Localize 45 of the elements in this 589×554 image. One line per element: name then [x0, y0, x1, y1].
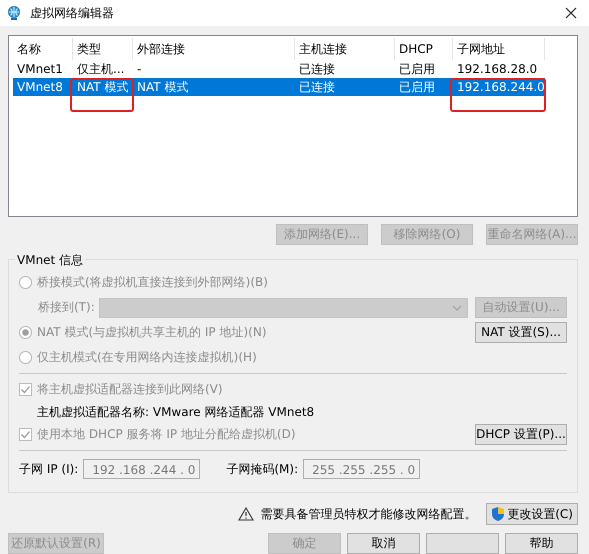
radio-label: 仅主机模式(在专用网络内连接虚拟机)(H) — [37, 349, 257, 366]
column-header[interactable]: 名称 — [13, 38, 73, 60]
table-cell: VMnet1 — [17, 62, 63, 76]
column-header[interactable]: 主机连接 — [295, 38, 395, 60]
dialog-button[interactable] — [426, 533, 499, 554]
table-cell: 已连接 — [299, 80, 335, 94]
table-cell: VMnet8 — [17, 80, 63, 94]
table-cell: NAT 模式 — [77, 80, 128, 94]
table-cell: 192.168.244.0 — [457, 80, 545, 94]
table-cell: 已启用 — [399, 62, 435, 76]
column-header[interactable]: 外部连接 — [133, 38, 295, 60]
dialog-button[interactable]: 帮助 — [505, 533, 578, 554]
column-header[interactable]: DHCP — [395, 38, 453, 60]
warning-icon — [238, 507, 254, 521]
field-label: 桥接到(T): — [38, 299, 95, 316]
column-header[interactable]: 子网地址 — [453, 38, 545, 60]
table-cell: - — [137, 62, 142, 76]
network-row[interactable]: VMnet8 NAT 模式 NAT 模式 已连接 已启用 192.168.244.0 — [13, 78, 545, 96]
globe-icon — [6, 5, 22, 21]
dialog-button[interactable]: 取消 — [347, 533, 420, 554]
table-cell: 已连接 — [299, 62, 335, 76]
subnet-mask-field[interactable]: 255 .255 .255 . 0 — [303, 459, 420, 479]
subnet-ip-field[interactable]: 192 .168 .244 . 0 — [83, 459, 200, 479]
change-settings-button[interactable]: 更改设置(C) — [486, 503, 578, 525]
close-icon[interactable] — [565, 7, 577, 19]
chevron-down-icon — [452, 304, 462, 310]
dhcp-settings-button[interactable]: DHCP 设置(P)... — [475, 424, 567, 445]
group-legend: VMnet 信息 — [15, 252, 86, 269]
shield-icon — [491, 506, 506, 522]
field-label: 子网掩码(M): — [226, 460, 298, 478]
radio-label: NAT 模式(与虚拟机共享主机的 IP 地址)(N) — [37, 324, 267, 341]
field-label: 子网 IP (I): — [19, 460, 78, 478]
nat-settings-button[interactable]: NAT 设置(S)... — [475, 322, 567, 343]
checkbox-label: 将主机虚拟适配器连接到此网络(V) — [37, 381, 223, 398]
table-cell: 192.168.28.0 — [457, 62, 538, 76]
adapter-name: 主机虚拟适配器名称: VMware 网络适配器 VMnet8 — [37, 404, 314, 420]
network-row[interactable]: VMnet1 仅主机... - 已连接 已启用 192.168.28.0 — [13, 60, 573, 78]
table-cell: 已启用 — [399, 80, 435, 94]
checkbox-label: 使用本地 DHCP 服务将 IP 地址分配给虚拟机(D) — [37, 426, 296, 443]
radio-label: 桥接模式(将虚拟机直接连接到外部网络)(B) — [37, 274, 268, 291]
table-cell: 仅主机... — [77, 62, 124, 76]
admin-notice: 需要具备管理员特权才能修改网络配置。 — [260, 506, 476, 522]
table-cell: NAT 模式 — [137, 80, 188, 94]
window-title: 虚拟网络编辑器 — [30, 4, 114, 22]
column-header[interactable]: 类型 — [73, 38, 133, 60]
